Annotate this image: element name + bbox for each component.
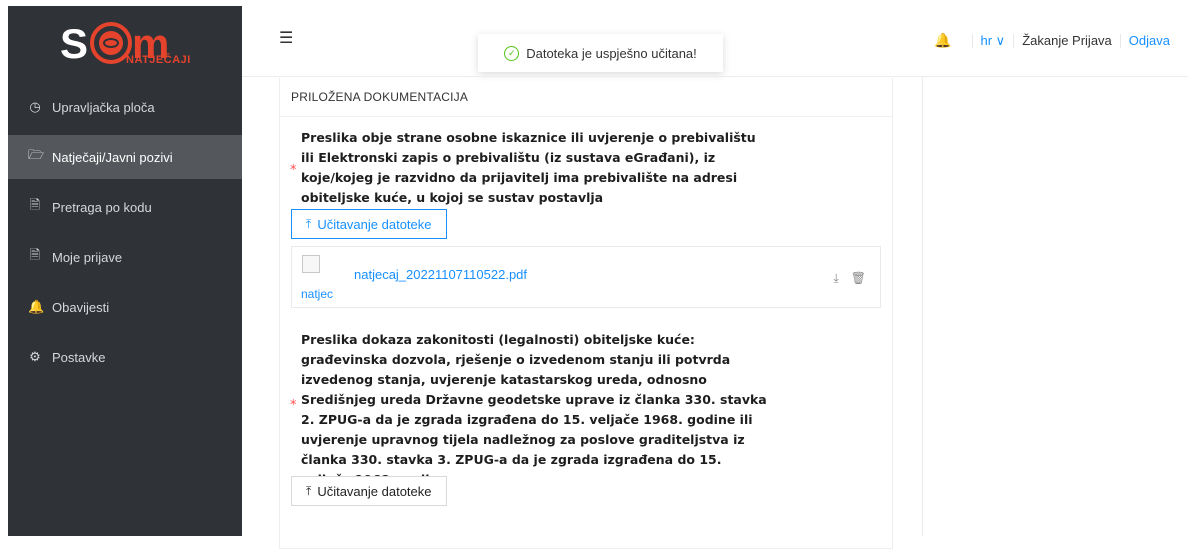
logo-graphic: S m (60, 20, 169, 67)
sidebar-item-label: Postavke (52, 349, 106, 365)
uploaded-file-item: natjec natjecaj_20221107110522.pdf ⤓ 🗑 (291, 246, 881, 308)
file-actions: ⤓ 🗑 (833, 271, 866, 286)
file-thumbnail (302, 255, 320, 273)
header-border (242, 76, 1188, 77)
divider (1119, 33, 1121, 48)
required-marker: * (290, 398, 297, 413)
user-name: Žakanje Prijava (1022, 33, 1112, 48)
file-link[interactable]: natjecaj_20221107110522.pdf (354, 267, 527, 282)
sidebar-nav: ◷ Upravljačka ploča 🗁 Natječaji/Javni po… (8, 85, 242, 385)
document-description: Preslika dokaza zakonitosti (legalnosti)… (301, 332, 767, 487)
thumbnail-alt-text: natjec (301, 287, 334, 301)
upload-button[interactable]: ⤒ Učitavanje datoteke (291, 476, 447, 506)
sidebar-item-label: Upravljačka ploča (52, 99, 155, 115)
sidebar-item-tenders[interactable]: 🗁 Natječaji/Javni pozivi (8, 135, 242, 179)
sidebar-item-dashboard[interactable]: ◷ Upravljačka ploča (8, 85, 242, 129)
logo-subtitle: NATJEČAJI (126, 54, 191, 66)
sidebar-item-label: Moje prijave (52, 249, 123, 265)
sidebar-item-label: Obavijesti (52, 299, 110, 315)
required-marker: * (290, 163, 297, 178)
attachments-card: PRILOŽENA DOKUMENTACIJA * Preslika obje … (279, 78, 893, 549)
folder-open-icon: 🗁 (28, 147, 45, 162)
divider (1013, 33, 1015, 48)
check-circle-icon: ✓ (504, 45, 520, 61)
menu-fold-icon[interactable]: ☰ (279, 28, 293, 47)
file-icon: 🗎 (29, 247, 41, 262)
upload-button-label: Učitavanje datoteke (317, 216, 432, 232)
document-description: Preslika obje strane osobne iskaznice il… (301, 130, 756, 205)
success-toast: ✓ Datoteka je uspješno učitana! (478, 34, 723, 72)
card-title: PRILOŽENA DOKUMENTACIJA (280, 78, 892, 117)
sidebar: S m NATJEČAJI ◷ Upravljačka ploča 🗁 Natj… (8, 6, 242, 536)
delete-icon[interactable]: 🗑 (851, 271, 866, 286)
sidebar-item-my-applications[interactable]: 🗎 Moje prijave (8, 235, 242, 279)
file-search-icon: 🗎 (29, 197, 41, 212)
dashboard-icon: ◷ (29, 99, 41, 114)
notification-bell-icon[interactable]: 🔔 (934, 32, 951, 49)
toast-message: Datoteka je uspješno učitana! (526, 45, 697, 61)
sidebar-item-label: Natječaji/Javni pozivi (52, 149, 173, 165)
language-select[interactable]: hr ∨ (981, 33, 1006, 49)
svg-text:S: S (60, 20, 88, 67)
column-divider (922, 76, 923, 536)
logo[interactable]: S m (60, 14, 200, 76)
sidebar-item-code-search[interactable]: 🗎 Pretraga po kodu (8, 185, 242, 229)
upload-icon: ⤒ (306, 483, 312, 498)
sidebar-item-label: Pretraga po kodu (52, 199, 152, 215)
download-icon[interactable]: ⤓ (833, 271, 838, 286)
header-actions: 🔔 hr ∨ Žakanje Prijava Odjava (934, 32, 1170, 49)
bell-icon: 🔔 (28, 299, 45, 314)
gear-icon: ⚙ (29, 349, 41, 364)
sidebar-item-notifications[interactable]: 🔔 Obavijesti (8, 285, 242, 329)
divider (971, 33, 973, 48)
upload-button[interactable]: ⤒ Učitavanje datoteke (291, 209, 447, 239)
logout-link[interactable]: Odjava (1129, 33, 1170, 48)
upload-button-label: Učitavanje datoteke (317, 483, 432, 499)
upload-icon: ⤒ (306, 216, 312, 231)
sidebar-item-settings[interactable]: ⚙ Postavke (8, 335, 242, 379)
